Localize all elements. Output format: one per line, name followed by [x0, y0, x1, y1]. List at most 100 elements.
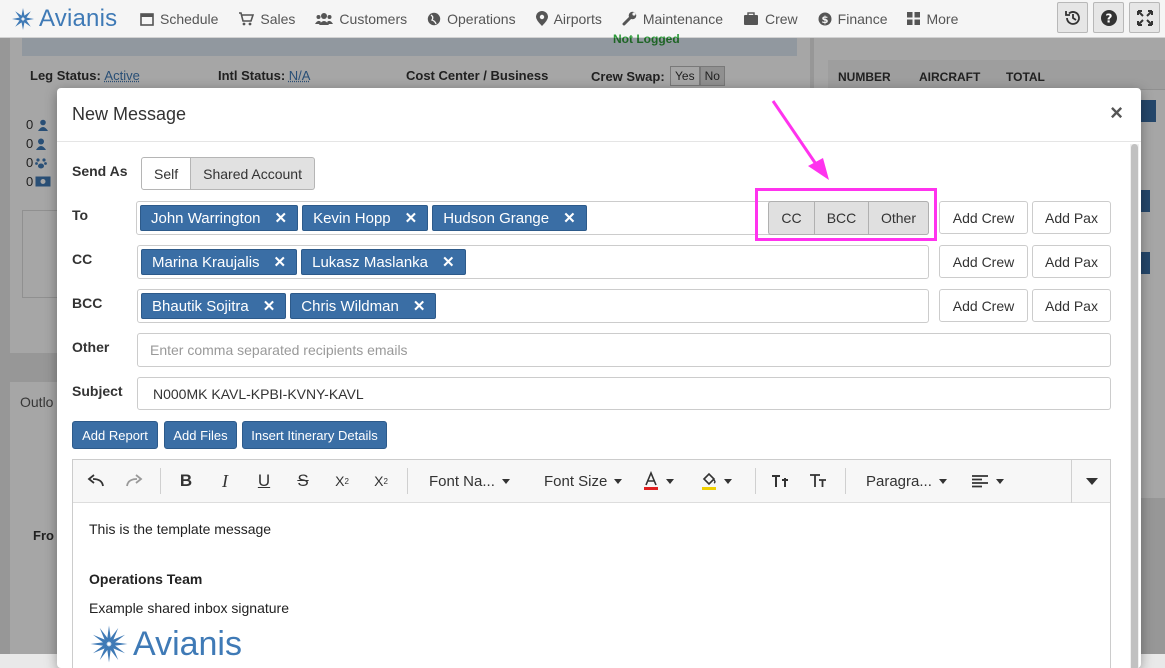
recipient-tag: Lukasz Maslanka ✕ — [301, 249, 465, 275]
svg-text:?: ? — [1105, 11, 1112, 25]
bcc-recipients-field[interactable]: Bhautik Sojitra ✕ Chris Wildman ✕ — [137, 289, 929, 323]
cc-label: CC — [72, 251, 92, 267]
nav-schedule[interactable]: Schedule — [140, 11, 218, 27]
subject-label: Subject — [72, 383, 123, 399]
line-height-button[interactable] — [769, 469, 791, 493]
brand[interactable]: Avianis — [10, 5, 140, 33]
new-message-modal: New Message × Send As Self Shared Accoun… — [57, 88, 1141, 668]
svg-text:$: $ — [821, 15, 828, 26]
chevron-down-icon — [502, 479, 510, 484]
close-icon[interactable]: × — [1110, 102, 1123, 124]
nav-airports[interactable]: Airports — [536, 11, 602, 27]
superscript-button[interactable]: X2 — [331, 469, 353, 493]
remove-recipient-icon[interactable]: ✕ — [263, 297, 276, 315]
modal-header: New Message × — [57, 88, 1141, 142]
cc-recipients-field[interactable]: Marina Kraujalis ✕ Lukasz Maslanka ✕ — [137, 245, 929, 279]
nav-right-tools: ? — [1057, 2, 1165, 33]
add-files-button[interactable]: Add Files — [164, 421, 237, 449]
underline-button[interactable]: U — [253, 469, 275, 493]
highlight-color-button[interactable] — [701, 469, 732, 493]
fullscreen-button[interactable] — [1129, 2, 1160, 33]
top-navbar: Avianis Schedule Sales Customers Operati… — [0, 0, 1165, 38]
strikethrough-button[interactable]: S — [292, 469, 314, 493]
undo-button[interactable] — [85, 469, 107, 493]
add-pax-button-bcc[interactable]: Add Pax — [1032, 289, 1111, 322]
nav-customers[interactable]: Customers — [315, 11, 407, 27]
remove-recipient-icon[interactable]: ✕ — [274, 253, 287, 271]
other-recipients-input[interactable]: Enter comma separated recipients emails — [137, 333, 1111, 367]
insert-itinerary-button[interactable]: Insert Itinerary Details — [242, 421, 387, 449]
dollar-icon: $ — [818, 12, 832, 26]
align-left-icon — [971, 474, 989, 488]
chevron-down-icon — [724, 479, 732, 484]
crew-icon — [743, 12, 759, 26]
font-name-select[interactable]: Font Na... — [429, 469, 510, 493]
highlight-annotation-box — [755, 188, 937, 241]
question-icon: ? — [1100, 9, 1118, 27]
body-line: This is the template message — [89, 521, 1094, 537]
paragraph-select[interactable]: Paragra... — [866, 469, 947, 493]
chevron-down-icon — [666, 479, 674, 484]
brand-name: Avianis — [39, 5, 117, 33]
caret-down-icon — [1086, 478, 1098, 485]
grid-icon — [907, 12, 920, 25]
remove-recipient-icon[interactable]: ✕ — [413, 297, 426, 315]
wrench-icon — [622, 11, 637, 26]
help-button[interactable]: ? — [1093, 2, 1124, 33]
add-crew-button-to[interactable]: Add Crew — [939, 201, 1028, 234]
nav-crew[interactable]: Crew — [743, 11, 798, 27]
add-report-button[interactable]: Add Report — [72, 421, 158, 449]
undo-icon — [87, 474, 105, 488]
signature-team: Operations Team — [89, 571, 1094, 587]
add-crew-button-bcc[interactable]: Add Crew — [939, 289, 1028, 322]
italic-button[interactable]: I — [214, 469, 236, 493]
nav-finance[interactable]: $ Finance — [818, 11, 888, 27]
remove-recipient-icon[interactable]: ✕ — [405, 209, 418, 227]
map-marker-icon — [536, 11, 548, 26]
expand-icon — [1136, 9, 1154, 27]
redo-button[interactable] — [123, 469, 145, 493]
to-label: To — [72, 207, 88, 223]
scrollbar-thumb[interactable] — [1131, 144, 1138, 668]
globe-icon — [427, 12, 441, 26]
send-as-self-button[interactable]: Self — [141, 157, 191, 190]
modal-scrollbar[interactable] — [1130, 144, 1139, 668]
align-button[interactable] — [971, 469, 1004, 493]
bold-button[interactable]: B — [175, 469, 197, 493]
recipient-tag: Chris Wildman ✕ — [290, 293, 436, 319]
redo-icon — [125, 474, 143, 488]
text-height-icon — [771, 473, 789, 489]
more-toolbar-button[interactable] — [1077, 469, 1107, 493]
remove-recipient-icon[interactable]: ✕ — [275, 209, 288, 227]
send-as-shared-button[interactable]: Shared Account — [191, 157, 315, 190]
avianis-logo-icon — [10, 6, 36, 32]
recipient-tag: John Warrington ✕ — [140, 205, 298, 231]
text-color-button[interactable] — [643, 469, 674, 493]
add-crew-button-cc[interactable]: Add Crew — [939, 245, 1028, 278]
history-icon — [1064, 9, 1082, 27]
recipient-tag: Kevin Hopp ✕ — [302, 205, 428, 231]
font-size-select[interactable]: Font Size — [544, 469, 622, 493]
font-size-toggle-button[interactable] — [807, 469, 829, 493]
bcc-label: BCC — [72, 295, 102, 311]
toolbar-separator — [845, 468, 846, 494]
subscript-button[interactable]: X2 — [370, 469, 392, 493]
add-pax-button-to[interactable]: Add Pax — [1032, 201, 1111, 234]
remove-recipient-icon[interactable]: ✕ — [442, 253, 455, 271]
signature-logo: Avianis — [89, 624, 1094, 664]
nav-operations[interactable]: Operations — [427, 11, 515, 27]
recipient-tag: Marina Kraujalis ✕ — [141, 249, 297, 275]
nav-more[interactable]: More — [907, 11, 958, 27]
add-pax-button-cc[interactable]: Add Pax — [1032, 245, 1111, 278]
chevron-down-icon — [614, 479, 622, 484]
toolbar-separator — [755, 468, 756, 494]
paint-bucket-icon — [701, 471, 717, 491]
modal-title: New Message — [72, 104, 186, 125]
remove-recipient-icon[interactable]: ✕ — [563, 209, 576, 227]
history-button[interactable] — [1057, 2, 1088, 33]
nav-sales[interactable]: Sales — [238, 11, 295, 27]
calendar-icon — [140, 12, 154, 26]
nav-maintenance[interactable]: Maintenance — [622, 11, 723, 27]
subject-input[interactable]: N000MK KAVL-KPBI-KVNY-KAVL — [137, 377, 1111, 410]
editor-content[interactable]: This is the template message Operations … — [73, 503, 1110, 668]
